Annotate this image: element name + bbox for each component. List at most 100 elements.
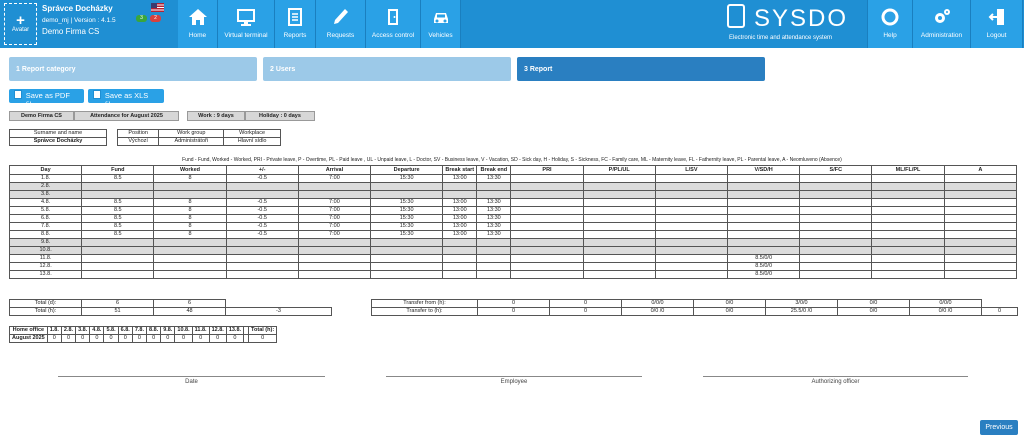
table-cell: 15:30 — [370, 230, 444, 239]
plus-icon: + — [16, 12, 25, 29]
table-cell — [799, 238, 873, 247]
table-cell — [81, 190, 155, 199]
table-cell — [871, 254, 945, 263]
table-cell: 8 — [153, 230, 227, 239]
table-cell — [442, 190, 478, 199]
table-cell: 7.8. — [8, 222, 83, 231]
step-users[interactable]: 2 Users — [263, 57, 511, 81]
table-cell — [799, 262, 873, 271]
avatar-upload[interactable]: + Avatar — [4, 3, 37, 45]
nav-logout[interactable]: Logout — [971, 0, 1023, 48]
table-cell — [476, 190, 512, 199]
table-cell: 12.8. — [8, 262, 83, 271]
table-row: 12.8. 8.5/0/0 — [8, 262, 1018, 271]
table-cell — [871, 270, 945, 279]
top-bar: + Avatar Správce Docházky demo_mj | Vers… — [0, 0, 1024, 48]
table-cell — [81, 262, 155, 271]
totals-table: Total (d): 6 6 Total (h): 51 48 -3 — [9, 299, 332, 316]
save-xls-button[interactable]: Save as XLS file — [88, 89, 164, 109]
table-cell — [510, 254, 584, 263]
table-cell — [476, 254, 512, 263]
nav-help[interactable]: Help — [867, 0, 913, 48]
transfer-from-ml: 0/0 — [837, 299, 910, 308]
table-cell — [582, 222, 656, 231]
table-cell — [654, 198, 729, 207]
total-days-worked: 6 — [153, 299, 226, 308]
home-office-value: 0 — [146, 334, 162, 343]
nav-home[interactable]: Home — [178, 0, 218, 48]
badge-red[interactable]: 2 — [150, 15, 161, 22]
table-cell — [582, 206, 656, 215]
table-cell: 15:30 — [370, 222, 444, 231]
nav-reports[interactable]: Reports — [275, 0, 316, 48]
table-cell — [654, 246, 729, 255]
home-office-header: 13.8. — [225, 326, 245, 335]
table-cell: 8 — [153, 198, 227, 207]
table-cell — [654, 238, 729, 247]
table-cell — [510, 238, 584, 247]
table-cell: 6.8. — [8, 214, 83, 223]
table-cell — [153, 238, 227, 247]
table-cell — [297, 182, 372, 191]
step-report-category[interactable]: 1 Report category — [9, 57, 257, 81]
user-name: Správce Docházky — [42, 4, 113, 13]
door-icon — [388, 9, 398, 25]
table-cell — [81, 238, 155, 247]
table-cell — [943, 254, 1018, 263]
table-cell — [582, 174, 656, 183]
table-cell: 13:30 — [476, 230, 512, 239]
nav-administration[interactable]: Administration — [913, 0, 971, 48]
table-cell: 15:30 — [370, 174, 444, 183]
table-cell — [582, 246, 656, 255]
column-header: V/SD/H — [727, 165, 801, 175]
table-cell — [727, 246, 801, 255]
total-hours-label: Total (h): — [9, 307, 82, 316]
table-cell — [799, 182, 873, 191]
table-cell — [727, 174, 801, 183]
table-cell: 8 — [153, 174, 227, 183]
pencil-icon — [333, 9, 348, 24]
nav-virtual-terminal[interactable]: Virtual terminal — [218, 0, 275, 48]
nav-help-label: Help — [883, 32, 897, 39]
table-cell: 8 — [153, 222, 227, 231]
table-cell — [871, 262, 945, 271]
nav-access-control[interactable]: Access control — [366, 0, 421, 48]
table-cell — [297, 190, 372, 199]
home-office-header-row: Home office 1.8. 2.8. 3.8. 4.8. 5.8. 6.8. 7.8. 8… — [9, 326, 278, 335]
table-cell — [727, 238, 801, 247]
table-cell — [297, 270, 372, 279]
table-cell — [442, 262, 478, 271]
table-cell — [582, 182, 656, 191]
nav-vehicles[interactable]: Vehicles — [421, 0, 461, 48]
table-cell: 15:30 — [370, 206, 444, 215]
home-office-values-row: August 2025 0 0 0 0 0 0 0 0 0 0 0 0 0 0 — [9, 334, 278, 343]
badge-green[interactable]: 3 — [136, 15, 147, 22]
transfer-to-a: 0/0 /0 — [909, 307, 982, 316]
table-cell — [153, 262, 227, 271]
table-cell: 7:00 — [297, 198, 372, 207]
table-cell — [799, 206, 873, 215]
save-pdf-label: Save as PDF file — [25, 91, 70, 109]
table-cell: -0.5 — [225, 174, 299, 183]
table-cell — [943, 270, 1018, 279]
table-cell — [943, 222, 1018, 231]
us-flag-icon[interactable] — [151, 3, 164, 12]
step-report[interactable]: 3 Report — [517, 57, 765, 81]
table-cell — [727, 198, 801, 207]
nav-requests[interactable]: Requests — [316, 0, 366, 48]
table-cell: 8.5/0/0 — [727, 262, 801, 271]
table-cell: 7:00 — [297, 214, 372, 223]
nav-requests-label: Requests — [326, 32, 355, 39]
table-cell: 13:30 — [476, 174, 512, 183]
previous-button[interactable]: Previous — [980, 420, 1018, 435]
table-cell: 8.8. — [8, 230, 83, 239]
table-cell: 8.5 — [81, 230, 155, 239]
table-cell — [654, 222, 729, 231]
save-pdf-button[interactable]: Save as PDF file — [9, 89, 84, 109]
transfer-from-pri: 0 — [477, 299, 550, 308]
table-cell: 13:00 — [442, 230, 478, 239]
workgroup-value: Administrátoři — [158, 137, 225, 146]
table-cell: 7:00 — [297, 174, 372, 183]
person-table: Surname and name Správce Docházky — [9, 129, 107, 146]
nav-administration-label: Administration — [920, 32, 963, 39]
